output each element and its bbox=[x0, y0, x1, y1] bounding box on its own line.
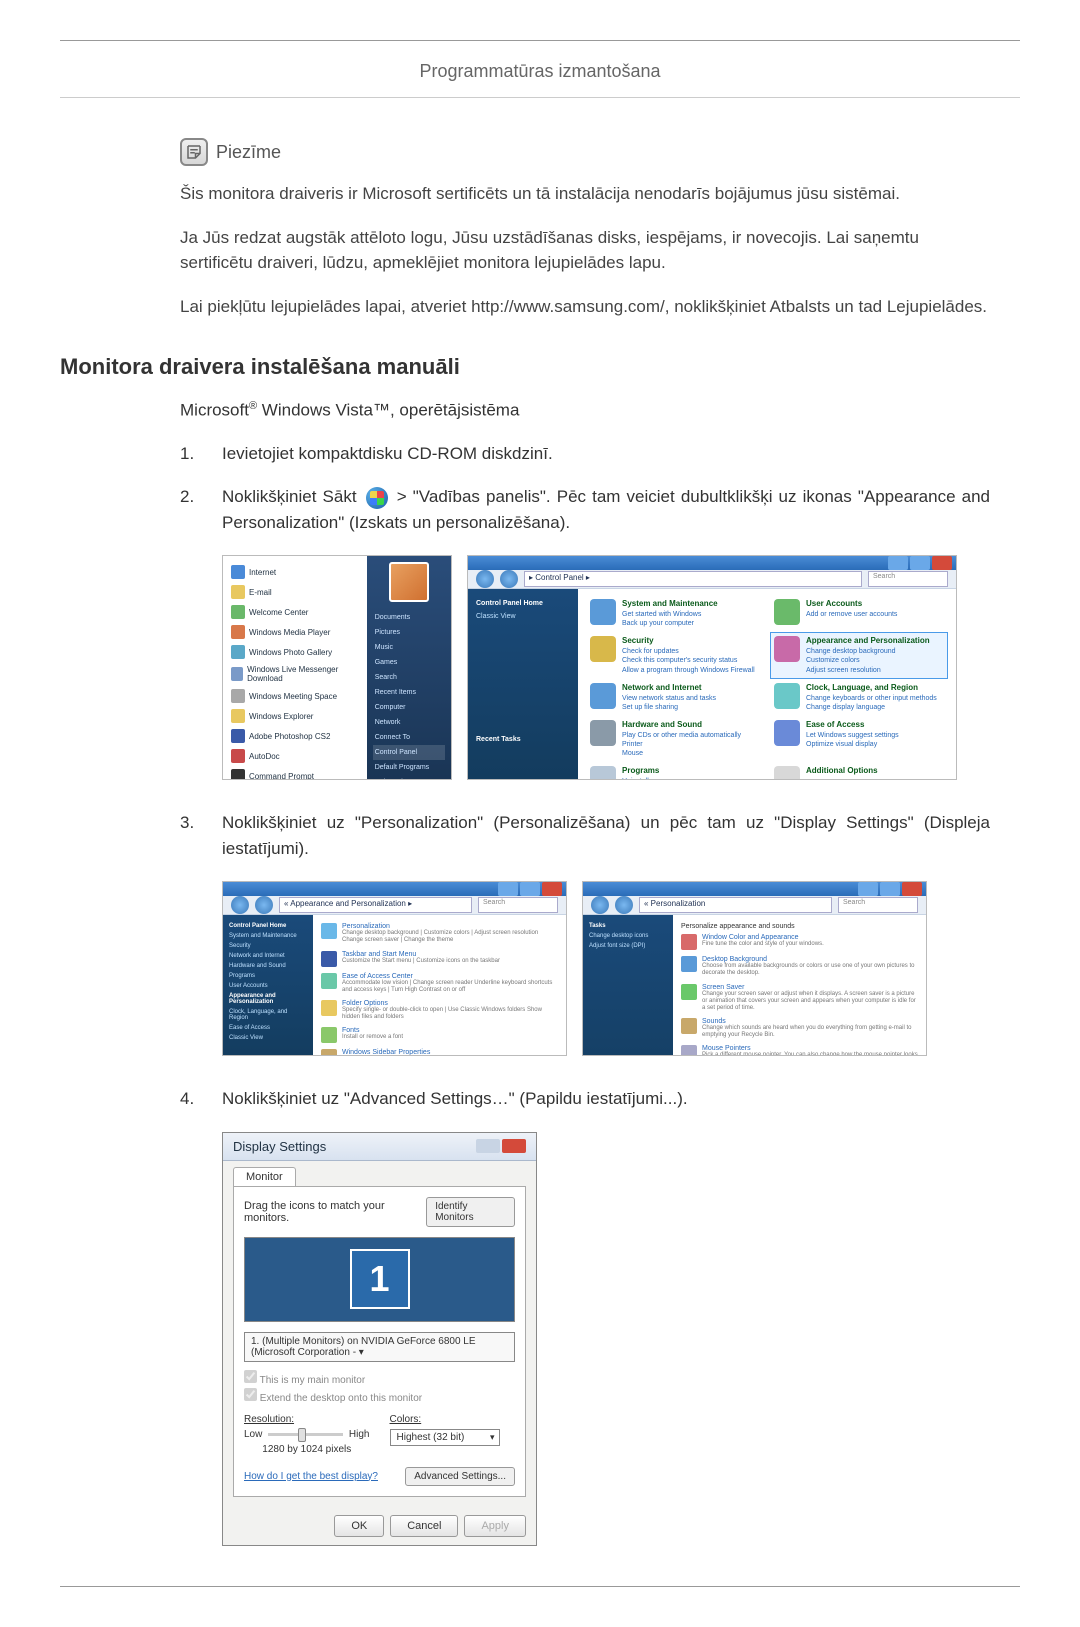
resolution-label: Resolution: bbox=[244, 1414, 370, 1425]
tab-monitor[interactable]: Monitor bbox=[233, 1167, 296, 1186]
note-para-3: Lai piekļūtu lejupielādes lapai, atverie… bbox=[180, 294, 990, 320]
steps-list-cont2: Noklikšķiniet uz "Advanced Settings…" (P… bbox=[180, 1086, 990, 1112]
os-line: Microsoft® Windows Vista™, operētājsistē… bbox=[180, 400, 990, 421]
page-frame: Programmatūras izmantošana Piezīme Šis m… bbox=[60, 40, 1020, 1587]
screenshot-row-2: « Appearance and Personalization ▸ Searc… bbox=[222, 881, 990, 1056]
colors-dropdown[interactable]: Highest (32 bit) bbox=[390, 1429, 500, 1446]
help-link[interactable]: How do I get the best display? bbox=[244, 1471, 378, 1482]
resolution-slider[interactable]: Low High bbox=[244, 1429, 370, 1440]
apply-button[interactable]: Apply bbox=[464, 1515, 526, 1537]
monitor-preview[interactable]: 1 bbox=[244, 1237, 515, 1322]
screenshot-start-menu: Internet E-mail Welcome Center Windows M… bbox=[222, 555, 452, 780]
note-para-1: Šis monitora draiveris ir Microsoft sert… bbox=[180, 181, 990, 207]
page-header: Programmatūras izmantošana bbox=[60, 61, 1020, 98]
step-1: Ievietojiet kompaktdisku CD-ROM diskdzin… bbox=[180, 441, 990, 467]
screenshot-row-1: Internet E-mail Welcome Center Windows M… bbox=[222, 555, 990, 780]
step-4: Noklikšķiniet uz "Advanced Settings…" (P… bbox=[180, 1086, 990, 1112]
note-body: Šis monitora draiveris ir Microsoft sert… bbox=[180, 181, 990, 319]
note-icon bbox=[180, 138, 208, 166]
section-heading: Monitora draivera instalēšana manuāli bbox=[60, 354, 1020, 380]
close-icon bbox=[502, 1139, 526, 1153]
note-para-2: Ja Jūs redzat augstāk attēloto logu, Jūs… bbox=[180, 225, 990, 276]
step-2: Noklikšķiniet Sākt > "Vadības panelis". … bbox=[180, 484, 990, 535]
screenshot-personalization-detail: « Personalization Search Tasks Change de… bbox=[582, 881, 927, 1056]
monitor-dropdown[interactable]: 1. (Multiple Monitors) on NVIDIA GeForce… bbox=[244, 1332, 515, 1362]
extend-desktop-checkbox[interactable]: Extend the desktop onto this monitor bbox=[244, 1388, 515, 1404]
identify-monitors-button[interactable]: Identify Monitors bbox=[426, 1197, 515, 1227]
ok-button[interactable]: OK bbox=[334, 1515, 384, 1537]
screenshot-appearance-panel: « Appearance and Personalization ▸ Searc… bbox=[222, 881, 567, 1056]
note-block: Piezīme Šis monitora draiveris ir Micros… bbox=[180, 138, 990, 319]
steps-list: Ievietojiet kompaktdisku CD-ROM diskdzin… bbox=[180, 441, 990, 536]
colors-label: Colors: bbox=[390, 1414, 516, 1425]
cancel-button[interactable]: Cancel bbox=[390, 1515, 458, 1537]
main-monitor-checkbox[interactable]: This is my main monitor bbox=[244, 1370, 515, 1386]
steps-list-cont1: Noklikšķiniet uz "Personalization" (Pers… bbox=[180, 810, 990, 861]
screenshot-display-settings-dialog: Display Settings Monitor Drag the icons … bbox=[222, 1132, 537, 1546]
screenshot-control-panel: ▸ Control Panel ▸ Search Control Panel H… bbox=[467, 555, 957, 780]
step-3: Noklikšķiniet uz "Personalization" (Pers… bbox=[180, 810, 990, 861]
start-icon bbox=[366, 487, 388, 509]
dialog-instruction: Drag the icons to match your monitors. bbox=[244, 1200, 426, 1224]
monitor-1[interactable]: 1 bbox=[350, 1249, 410, 1309]
advanced-settings-button[interactable]: Advanced Settings... bbox=[405, 1467, 515, 1486]
resolution-value: 1280 by 1024 pixels bbox=[244, 1444, 370, 1455]
dialog-title: Display Settings bbox=[233, 1139, 326, 1154]
note-title: Piezīme bbox=[216, 142, 281, 163]
